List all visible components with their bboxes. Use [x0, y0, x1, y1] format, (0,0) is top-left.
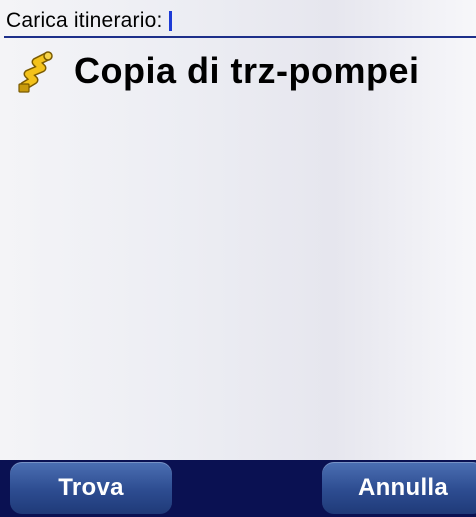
list-item[interactable]: Copia di trz-pompei — [0, 38, 476, 102]
list-item-label: Copia di trz-pompei — [74, 50, 420, 91]
bottom-toolbar: Trova Annulla — [0, 460, 476, 517]
cancel-button[interactable]: Annulla — [322, 462, 476, 514]
load-itinerary-screen: Carica itinerario: Copia di trz-pompei T… — [0, 0, 476, 517]
search-label: Carica itinerario: — [6, 9, 163, 32]
results-list: Copia di trz-pompei — [0, 38, 476, 102]
search-field[interactable]: Carica itinerario: — [4, 6, 476, 38]
route-itinerary-icon — [14, 48, 62, 96]
find-button[interactable]: Trova — [10, 462, 172, 514]
text-cursor — [168, 11, 172, 31]
